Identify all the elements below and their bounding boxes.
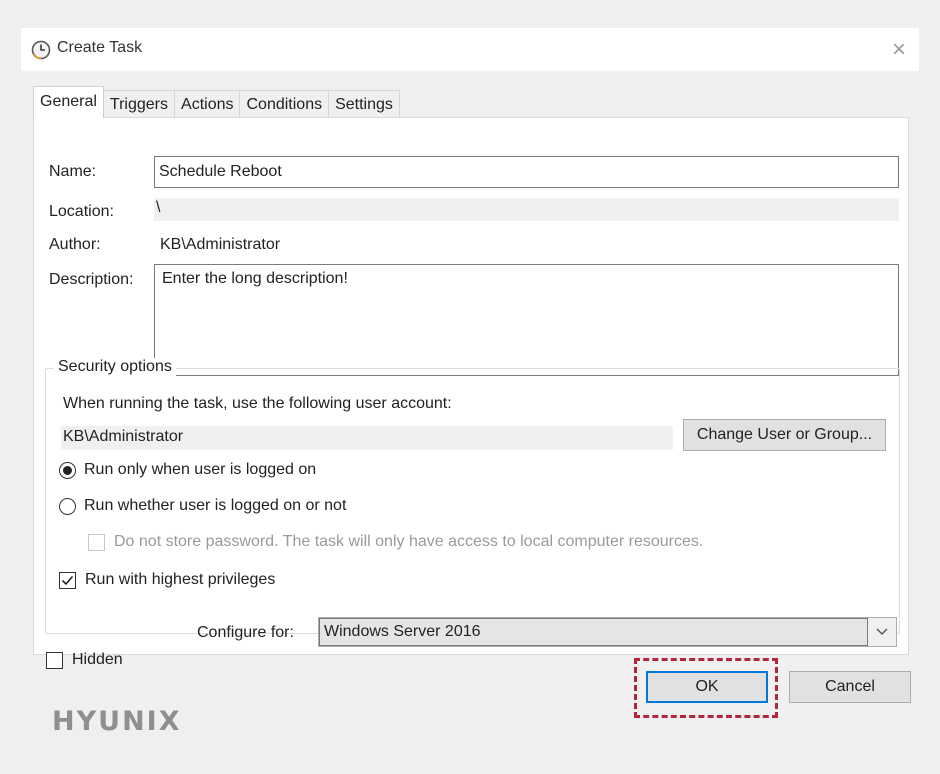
tab-conditions[interactable]: Conditions — [239, 90, 330, 118]
security-options-title: Security options — [54, 358, 176, 376]
chevron-down-icon[interactable] — [868, 618, 896, 646]
radio-run-whether-label: Run whether user is logged on or not — [84, 497, 347, 514]
highest-privileges-box[interactable] — [59, 571, 76, 589]
clock-icon — [31, 40, 51, 60]
hidden-box[interactable] — [46, 651, 63, 669]
title-bar[interactable]: Create Task × — [21, 28, 919, 71]
radio-run-logged-on[interactable]: Run only when user is logged on — [59, 461, 316, 479]
checkmark-icon — [61, 575, 74, 585]
name-input[interactable] — [154, 156, 899, 188]
account-prompt: When running the task, use the following… — [63, 395, 452, 412]
tab-general[interactable]: General — [33, 86, 104, 118]
location-field: \ — [154, 198, 899, 221]
close-button[interactable]: × — [885, 36, 913, 64]
general-tab-panel: Name: Location: \ Author: KB\Administrat… — [33, 117, 909, 669]
cancel-button[interactable]: Cancel — [789, 671, 911, 703]
author-label: Author: — [49, 236, 101, 253]
highest-privileges-label: Run with highest privileges — [85, 571, 276, 588]
close-icon: × — [891, 36, 906, 63]
name-label: Name: — [49, 163, 97, 180]
location-label: Location: — [49, 203, 114, 220]
configure-for-value: Windows Server 2016 — [319, 618, 868, 646]
tab-strip: General Triggers Actions Conditions Sett… — [33, 86, 400, 118]
configure-for-dropdown[interactable]: Windows Server 2016 — [318, 617, 897, 647]
change-user-button[interactable]: Change User or Group... — [683, 419, 886, 451]
checkbox-hidden[interactable]: Hidden — [46, 651, 123, 669]
description-textarea[interactable]: Enter the long description! — [154, 264, 899, 376]
do-not-store-password-label: Do not store password. The task will onl… — [114, 533, 704, 550]
radio-run-whether-indicator[interactable] — [59, 497, 76, 515]
radio-run-whether[interactable]: Run whether user is logged on or not — [59, 497, 346, 515]
hyunix-logo: HYUNIX — [52, 706, 182, 737]
user-account-field: KB\Administrator — [61, 426, 673, 450]
security-options-group: Security options When running the task, … — [45, 358, 900, 634]
location-value: \ — [156, 199, 161, 216]
configure-for-label: Configure for: — [197, 624, 294, 641]
hidden-label: Hidden — [72, 651, 123, 668]
tab-triggers[interactable]: Triggers — [102, 90, 176, 118]
checkbox-do-not-store-password[interactable]: Do not store password. The task will onl… — [88, 533, 703, 551]
radio-run-logged-on-label: Run only when user is logged on — [84, 461, 317, 478]
window-title: Create Task — [57, 39, 143, 56]
checkbox-highest-privileges[interactable]: Run with highest privileges — [59, 571, 275, 589]
radio-run-logged-on-indicator[interactable] — [59, 461, 76, 479]
tab-settings[interactable]: Settings — [328, 90, 400, 118]
description-label: Description: — [49, 271, 134, 288]
ok-button[interactable]: OK — [646, 671, 768, 703]
tab-actions[interactable]: Actions — [174, 90, 241, 118]
user-account-value: KB\Administrator — [63, 428, 184, 445]
create-task-dialog: Create Task × General Triggers Actions C… — [21, 28, 919, 712]
do-not-store-password-box[interactable] — [88, 533, 105, 551]
author-value: KB\Administrator — [160, 236, 281, 253]
